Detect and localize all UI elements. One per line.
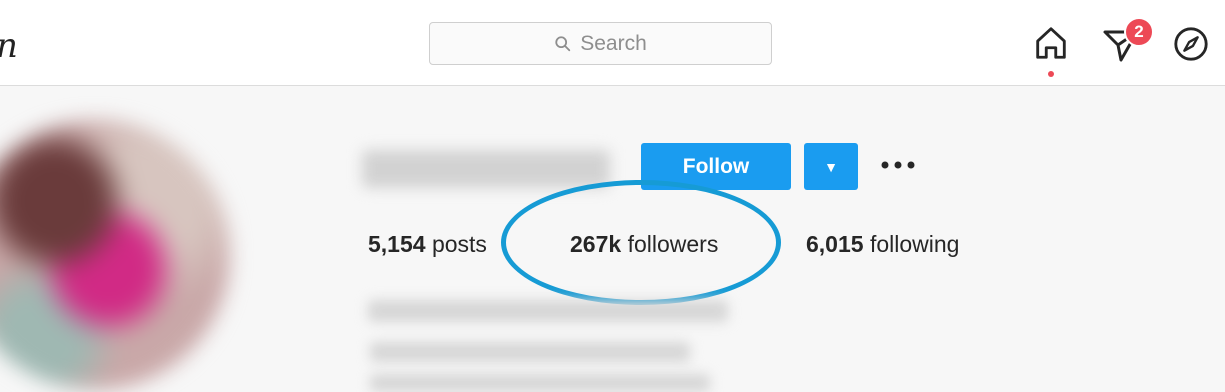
home-activity-dot <box>1048 71 1054 77</box>
avatar[interactable] <box>0 120 230 390</box>
home-icon[interactable] <box>1032 24 1070 62</box>
more-options-button[interactable] <box>879 150 919 180</box>
followers-label: followers <box>627 231 719 257</box>
bio-line <box>370 342 690 362</box>
following-count: 6,015 <box>806 231 864 257</box>
suggestions-dropdown-button[interactable]: ▼ <box>804 143 858 190</box>
bio-line <box>370 374 710 392</box>
following-stat[interactable]: 6,015 following <box>806 231 959 258</box>
search-placeholder: Search <box>580 31 647 55</box>
chevron-down-icon: ▼ <box>824 158 838 175</box>
more-icon <box>881 161 915 169</box>
posts-count: 5,154 <box>368 231 426 257</box>
posts-label: posts <box>431 231 487 257</box>
following-label: following <box>869 231 960 257</box>
direct-badge: 2 <box>1124 17 1154 47</box>
bio-line <box>368 300 728 322</box>
followers-count: 267k <box>570 231 622 257</box>
search-icon <box>555 35 571 51</box>
username <box>362 150 610 188</box>
search-input[interactable]: Search <box>429 22 772 65</box>
follow-button[interactable]: Follow <box>641 143 791 190</box>
posts-stat: 5,154 posts <box>368 231 487 258</box>
app-logo[interactable]: n <box>0 26 18 66</box>
compass-icon[interactable] <box>1172 25 1210 63</box>
top-navigation: n Search 2 <box>0 0 1225 86</box>
followers-stat[interactable]: 267k followers <box>570 231 718 258</box>
